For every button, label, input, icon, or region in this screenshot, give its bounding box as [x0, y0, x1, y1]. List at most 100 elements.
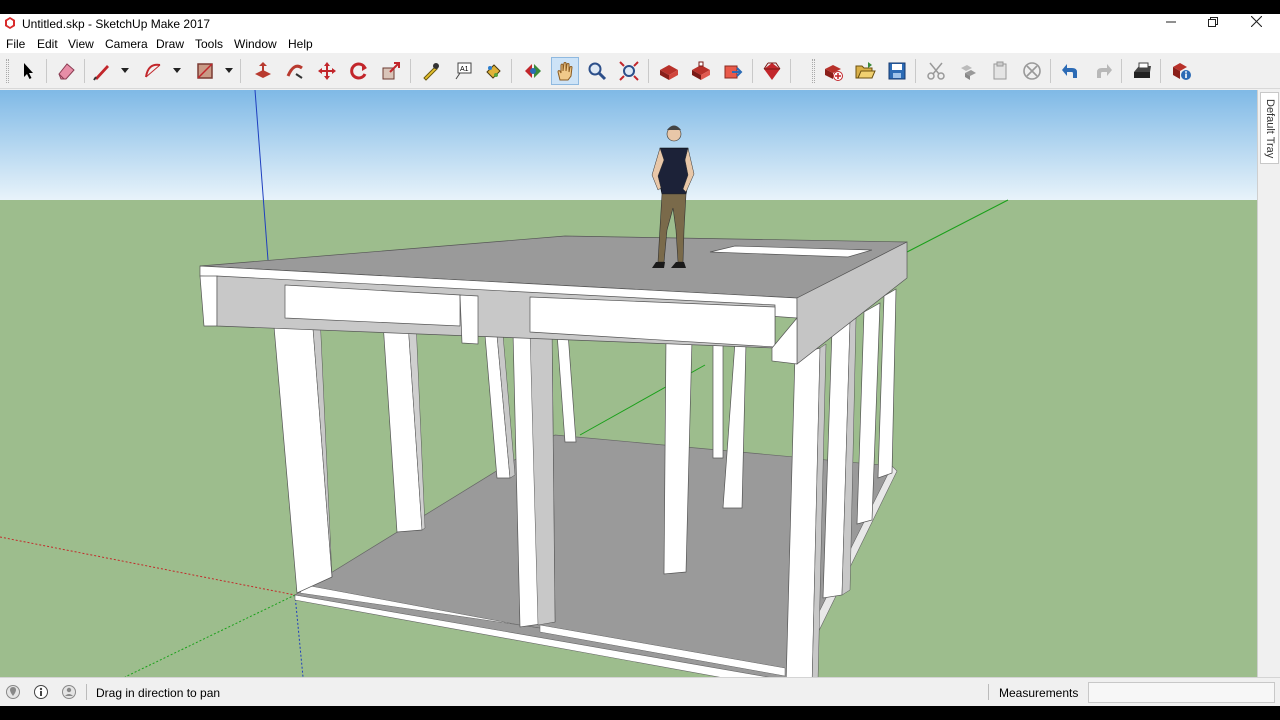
sketchup-logo-icon	[5, 17, 15, 29]
redo-button[interactable]	[1089, 57, 1117, 85]
orbit-tool-button[interactable]	[519, 57, 547, 85]
paint-bucket-icon	[486, 64, 501, 79]
close-button[interactable]	[1235, 14, 1277, 34]
select-tool-button[interactable]	[14, 57, 42, 85]
toolbar-separator	[1050, 59, 1051, 83]
chevron-down-icon[interactable]	[120, 65, 130, 75]
rotate-tool-button[interactable]	[345, 57, 373, 85]
line-tool-button[interactable]	[88, 57, 116, 85]
measurements-input[interactable]	[1088, 682, 1275, 703]
restore-button[interactable]	[1192, 14, 1234, 34]
screen-bottom-border	[0, 706, 1280, 720]
paste-icon	[993, 61, 1007, 80]
credits-icon[interactable]	[33, 684, 49, 700]
erase-icon	[1023, 62, 1041, 80]
scale-tool-button[interactable]	[377, 57, 405, 85]
text-icon: A1	[455, 62, 472, 80]
model-scene[interactable]	[0, 90, 1257, 677]
push-pull-tool-button[interactable]	[249, 57, 277, 85]
toolbar-separator	[915, 59, 916, 83]
toolbar-separator	[790, 59, 791, 83]
zoom-extents-tool-button[interactable]	[615, 57, 643, 85]
shape-tool-button[interactable]	[191, 57, 219, 85]
main-toolbar: A1	[0, 53, 1280, 89]
sky	[0, 90, 1257, 200]
toolbar-grip[interactable]	[812, 59, 815, 83]
cut-button[interactable]	[922, 57, 950, 85]
move-tool-button[interactable]	[313, 57, 341, 85]
toolbar-separator	[752, 59, 753, 83]
pan-tool-button[interactable]	[551, 57, 579, 85]
undo-icon	[1062, 64, 1077, 78]
extension-warehouse-button[interactable]	[687, 57, 715, 85]
erase-button[interactable]	[1018, 57, 1046, 85]
menu-tools[interactable]: Tools	[195, 37, 223, 51]
menu-file[interactable]: File	[6, 37, 25, 51]
paint-bucket-tool-button[interactable]	[479, 57, 507, 85]
eraser-tool-button[interactable]	[52, 57, 80, 85]
menu-edit[interactable]: Edit	[37, 37, 58, 51]
arc-tool-button[interactable]	[139, 57, 167, 85]
rotate-icon	[350, 62, 367, 80]
toolbar-separator	[511, 59, 512, 83]
new-button[interactable]	[819, 57, 847, 85]
push-pull-icon	[255, 62, 271, 78]
tape-measure-tool-button[interactable]	[417, 57, 445, 85]
menu-view[interactable]: View	[68, 37, 94, 51]
shape-icon	[197, 63, 213, 79]
status-bar: Drag in direction to pan Measurements	[0, 677, 1280, 706]
arc-icon	[145, 63, 161, 78]
toolbar-separator	[240, 59, 241, 83]
status-separator	[86, 684, 87, 700]
drawing-viewport[interactable]	[0, 90, 1257, 677]
new-icon	[825, 65, 843, 81]
status-separator	[988, 684, 989, 700]
scale-icon	[382, 62, 400, 80]
copy-button[interactable]	[954, 57, 982, 85]
chevron-down-icon[interactable]	[224, 65, 234, 75]
text-tool-button[interactable]: A1	[449, 57, 477, 85]
3d-warehouse-button[interactable]	[655, 57, 683, 85]
print-icon	[1134, 62, 1151, 78]
extension-manager-button[interactable]	[758, 57, 786, 85]
model-info-icon	[1173, 63, 1191, 80]
svg-text:A1: A1	[460, 66, 469, 73]
menu-draw[interactable]: Draw	[156, 37, 184, 51]
default-tray-tab[interactable]: Default Tray	[1260, 92, 1279, 164]
chevron-down-icon[interactable]	[172, 65, 182, 75]
copy-icon	[961, 65, 976, 80]
zoom-icon	[588, 62, 607, 81]
tape-measure-icon	[423, 63, 439, 81]
save-button[interactable]	[883, 57, 911, 85]
default-tray: Default Tray	[1257, 90, 1280, 677]
redo-icon	[1097, 64, 1112, 78]
send-to-layout-button[interactable]	[719, 57, 747, 85]
print-button[interactable]	[1128, 57, 1156, 85]
extension-manager-icon	[763, 62, 781, 80]
sign-in-icon[interactable]	[61, 684, 77, 700]
minimize-button[interactable]	[1150, 14, 1192, 34]
screen-top-border	[0, 0, 1280, 14]
menu-camera[interactable]: Camera	[105, 37, 148, 51]
zoom-tool-button[interactable]	[583, 57, 611, 85]
toolbar-separator	[84, 59, 85, 83]
close-icon	[1250, 15, 1262, 28]
open-icon	[855, 62, 876, 79]
open-button[interactable]	[851, 57, 879, 85]
toolbar-grip[interactable]	[6, 59, 9, 83]
model-info-button[interactable]	[1167, 57, 1195, 85]
toolbar-separator	[648, 59, 649, 83]
geolocation-icon[interactable]	[5, 684, 21, 700]
orbit-icon	[525, 64, 541, 78]
measurements-label: Measurements	[999, 686, 1079, 700]
send-to-layout-icon	[724, 65, 743, 79]
roof-beam-mid	[459, 294, 479, 345]
menu-help[interactable]: Help	[288, 37, 313, 51]
paste-button[interactable]	[986, 57, 1014, 85]
undo-button[interactable]	[1057, 57, 1085, 85]
extension-warehouse-icon	[692, 61, 710, 80]
menu-window[interactable]: Window	[234, 37, 277, 51]
window-title: Untitled.skp - SketchUp Make 2017	[22, 17, 211, 31]
3d-warehouse-icon	[660, 65, 678, 80]
follow-me-tool-button[interactable]	[281, 57, 309, 85]
